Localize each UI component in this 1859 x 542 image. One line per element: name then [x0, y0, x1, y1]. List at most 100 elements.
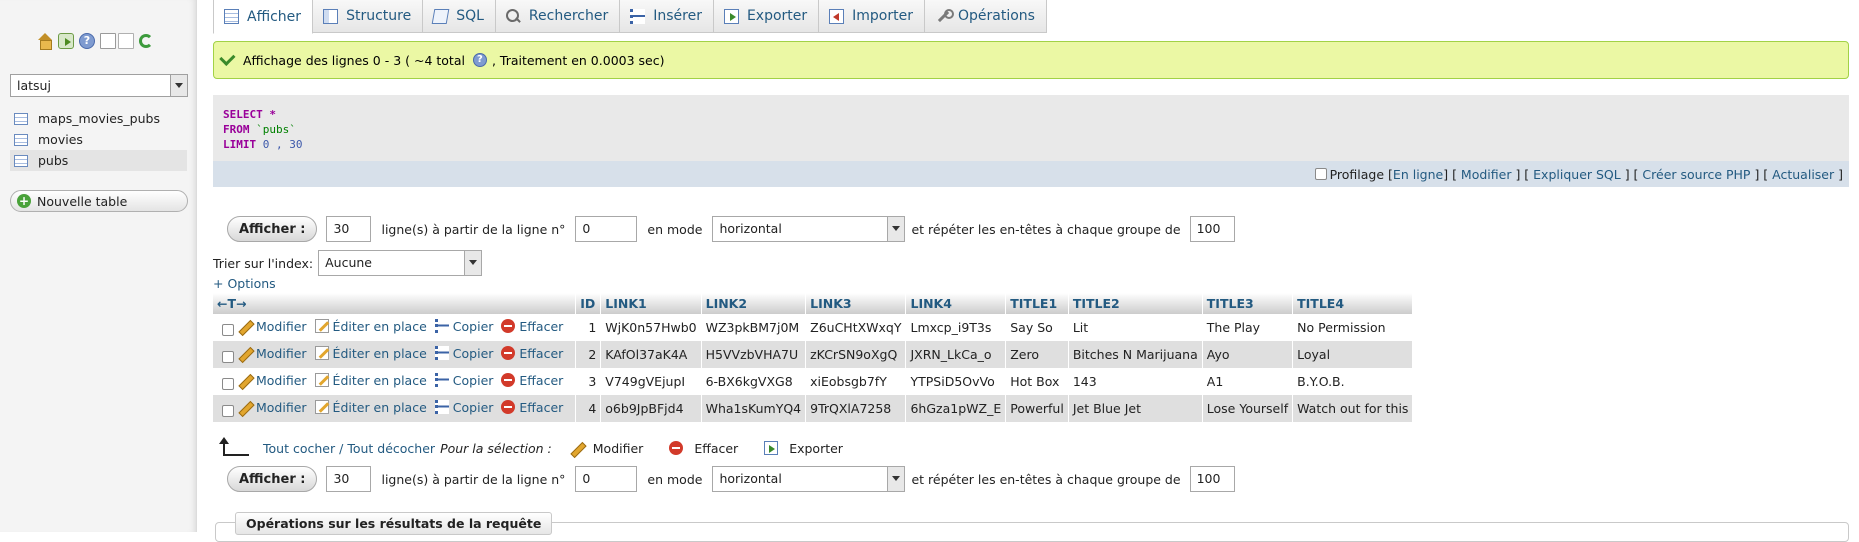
tab-search[interactable]: Rechercher: [495, 0, 621, 33]
start-row-input[interactable]: 0: [575, 466, 638, 492]
cell-id[interactable]: 2: [575, 341, 602, 368]
cell-id[interactable]: 3: [575, 368, 602, 395]
cell-title1[interactable]: Zero: [1005, 341, 1069, 368]
column-header-id[interactable]: ID: [575, 293, 602, 314]
cell-link1[interactable]: KAfOl37aK4A: [600, 341, 702, 368]
cell-link1[interactable]: V749gVEjupI: [600, 368, 702, 395]
display-mode-select[interactable]: horizontal: [712, 216, 906, 242]
column-header-link4[interactable]: LINK4: [905, 293, 1007, 314]
tab-sql[interactable]: SQL: [423, 0, 496, 33]
cell-title1[interactable]: Powerful: [1005, 395, 1069, 422]
cell-title2[interactable]: 143: [1068, 368, 1203, 395]
row-delete-link[interactable]: Effacer: [501, 373, 563, 388]
sidebar-item-table-active[interactable]: pubs: [10, 150, 187, 171]
cell-title3[interactable]: A1: [1202, 368, 1294, 395]
column-resize-arrows[interactable]: ←T→: [213, 293, 577, 314]
column-header-link1[interactable]: LINK1: [600, 293, 702, 314]
reload-icon[interactable]: [139, 34, 153, 48]
cell-title1[interactable]: Hot Box: [1005, 368, 1069, 395]
cell-link4[interactable]: JXRN_LkCa_o: [905, 341, 1007, 368]
cell-title4[interactable]: No Permission: [1292, 314, 1414, 341]
row-inline-edit-link[interactable]: Éditer en place: [314, 319, 427, 334]
chevron-down-icon[interactable]: [887, 217, 905, 241]
chevron-down-icon[interactable]: [464, 251, 482, 275]
cell-id[interactable]: 4: [575, 395, 602, 422]
column-header-title1[interactable]: TITLE1: [1005, 293, 1069, 314]
cell-link3[interactable]: Z6uCHtXWxqY: [805, 314, 907, 341]
check-all-link[interactable]: Tout cocher: [263, 441, 335, 456]
cell-link2[interactable]: WZ3pkBM7j0M: [701, 314, 807, 341]
tab-export[interactable]: Exporter: [713, 0, 820, 33]
sidebar-item-table[interactable]: maps_movies_pubs: [10, 108, 187, 129]
cell-title2[interactable]: Bitches N Marijuana: [1068, 341, 1203, 368]
bulk-export-button[interactable]: Exporter: [764, 441, 843, 456]
row-checkbox[interactable]: [222, 323, 234, 336]
cell-title3[interactable]: The Play: [1202, 314, 1294, 341]
row-copy-link[interactable]: Copier: [434, 319, 493, 334]
column-header-title4[interactable]: TITLE4: [1292, 293, 1414, 314]
show-button[interactable]: Afficher :: [227, 216, 318, 242]
exit-icon[interactable]: [58, 33, 74, 49]
row-delete-link[interactable]: Effacer: [501, 346, 563, 361]
row-edit-link[interactable]: Modifier: [238, 346, 307, 361]
cell-link1[interactable]: WjK0n57Hwb0: [600, 314, 702, 341]
cell-link3[interactable]: 9TrQXlA7258: [805, 395, 907, 422]
cell-title1[interactable]: Say So: [1005, 314, 1069, 341]
column-header-link3[interactable]: LINK3: [805, 293, 907, 314]
row-edit-link[interactable]: Modifier: [238, 319, 307, 334]
cell-title3[interactable]: Lose Yourself: [1202, 395, 1294, 422]
cell-id[interactable]: 1: [575, 314, 602, 341]
tab-browse[interactable]: Afficher: [213, 0, 314, 34]
row-delete-link[interactable]: Effacer: [501, 319, 563, 334]
uncheck-all-link[interactable]: Tout décocher: [347, 441, 435, 456]
cell-link3[interactable]: xiEobsgb7fY: [805, 368, 907, 395]
row-copy-link[interactable]: Copier: [434, 400, 493, 415]
sidebar-item-label[interactable]: pubs: [38, 153, 68, 168]
column-header-title3[interactable]: TITLE3: [1202, 293, 1294, 314]
row-delete-link[interactable]: Effacer: [501, 400, 563, 415]
database-select[interactable]: latsuj: [10, 74, 188, 97]
bulk-delete-button[interactable]: Effacer: [669, 441, 738, 456]
repeat-headers-input[interactable]: 100: [1189, 466, 1235, 492]
cell-title4[interactable]: Loyal: [1292, 341, 1414, 368]
docs-icon[interactable]: [118, 33, 134, 49]
docs-icon[interactable]: [100, 33, 116, 49]
rows-count-input[interactable]: 30: [326, 466, 372, 492]
row-inline-edit-link[interactable]: Éditer en place: [314, 400, 427, 415]
cell-link1[interactable]: o6b9JpBFjd4: [600, 395, 702, 422]
display-mode-select[interactable]: horizontal: [712, 466, 906, 492]
cell-link4[interactable]: YTPSiD5OvVo: [905, 368, 1007, 395]
cell-link4[interactable]: Lmxcp_i9T3s: [905, 314, 1007, 341]
chevron-down-icon[interactable]: [170, 75, 187, 96]
bulk-edit-button[interactable]: Modifier: [570, 441, 644, 456]
rows-count-input[interactable]: 30: [326, 216, 372, 242]
row-edit-link[interactable]: Modifier: [238, 373, 307, 388]
cell-title4[interactable]: B.Y.O.B.: [1292, 368, 1414, 395]
create-php-link[interactable]: Créer source PHP: [1642, 167, 1750, 182]
profiling-checkbox[interactable]: [1314, 168, 1327, 180]
row-checkbox[interactable]: [222, 377, 234, 390]
tab-insert[interactable]: Insérer: [620, 0, 714, 33]
tab-import[interactable]: Importer: [819, 0, 925, 33]
inline-edit-link[interactable]: En ligne: [1393, 167, 1443, 182]
cell-link2[interactable]: 6-BX6kgVXG8: [701, 368, 807, 395]
cell-link4[interactable]: 6hGza1pWZ_E: [905, 395, 1007, 422]
cell-link2[interactable]: Wha1sKumYQ4: [701, 395, 807, 422]
help-icon[interactable]: ?: [79, 33, 95, 49]
sidebar-item-label[interactable]: maps_movies_pubs: [38, 111, 160, 126]
sidebar-item-table[interactable]: movies: [10, 129, 187, 150]
cell-title3[interactable]: Ayo: [1202, 341, 1294, 368]
cell-title4[interactable]: Watch out for this: [1292, 395, 1414, 422]
row-edit-link[interactable]: Modifier: [238, 400, 307, 415]
row-copy-link[interactable]: Copier: [434, 346, 493, 361]
cell-link2[interactable]: H5VVzbVHA7U: [701, 341, 807, 368]
repeat-headers-input[interactable]: 100: [1189, 216, 1235, 242]
column-header-link2[interactable]: LINK2: [701, 293, 807, 314]
row-checkbox[interactable]: [222, 350, 234, 363]
tab-structure[interactable]: Structure: [313, 0, 424, 33]
sidebar-item-label[interactable]: movies: [38, 132, 83, 147]
row-inline-edit-link[interactable]: Éditer en place: [314, 373, 427, 388]
start-row-input[interactable]: 0: [575, 216, 638, 242]
new-table-button[interactable]: + Nouvelle table: [10, 190, 188, 212]
edit-query-link[interactable]: Modifier: [1461, 167, 1512, 182]
